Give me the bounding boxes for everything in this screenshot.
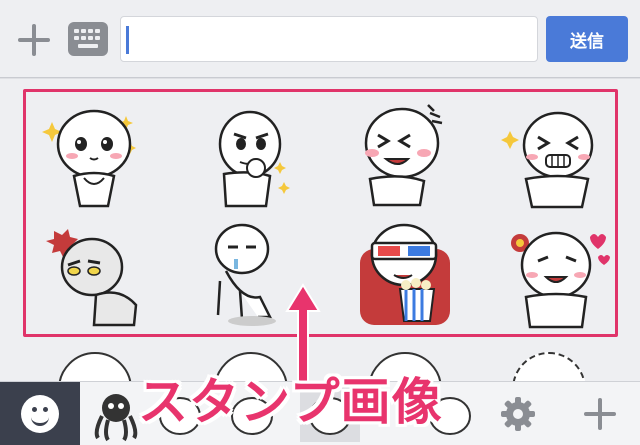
message-input[interactable]: [120, 16, 538, 62]
text-caret: [126, 26, 129, 54]
sticker-pack-tab-1[interactable]: [86, 386, 146, 442]
gear-icon[interactable]: [500, 396, 536, 432]
emoji-tab[interactable]: [0, 382, 80, 445]
plus-icon[interactable]: [580, 394, 620, 434]
plus-icon[interactable]: [14, 20, 54, 60]
message-input-bar: 送信: [0, 0, 640, 78]
keyboard-icon[interactable]: [68, 22, 108, 56]
smiley-icon: [21, 395, 59, 433]
send-button[interactable]: 送信: [546, 16, 628, 62]
annotation-label: スタンプ画像: [138, 373, 443, 431]
